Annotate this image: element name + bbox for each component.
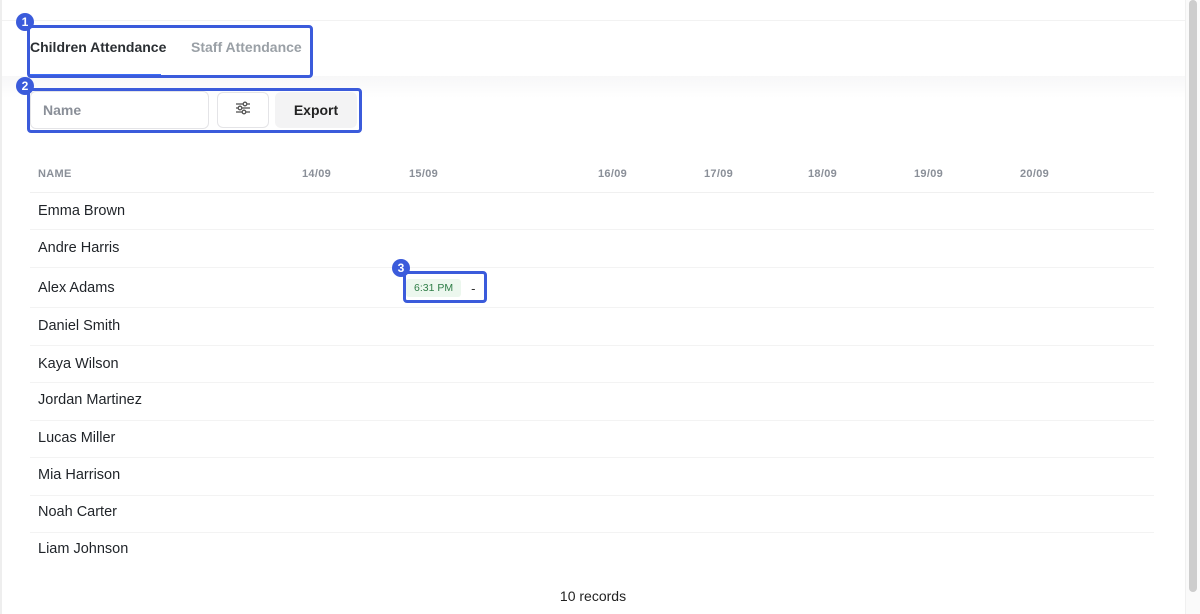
- scrollbar[interactable]: [1185, 0, 1200, 614]
- name-search-input[interactable]: [30, 91, 209, 129]
- child-name: Lucas Miller: [38, 430, 116, 446]
- column-header-date: 16/09: [598, 168, 628, 180]
- annotation-badge: 1: [16, 13, 34, 31]
- table-row[interactable]: Noah Carter: [30, 496, 1154, 533]
- check-out-time: -: [471, 280, 476, 296]
- child-name: Noah Carter: [38, 504, 117, 520]
- table-row[interactable]: Andre Harris: [30, 230, 1154, 268]
- filter-button[interactable]: [217, 92, 269, 128]
- column-header-date: 15/09: [409, 168, 439, 180]
- child-name: Mia Harrison: [38, 467, 121, 483]
- sliders-icon: [235, 101, 251, 120]
- toolbar: Export: [30, 91, 357, 129]
- annotation-badge: 3: [392, 259, 410, 277]
- column-header-date: 19/09: [914, 168, 944, 180]
- export-button[interactable]: Export: [275, 92, 357, 128]
- column-header-date: 20/09: [1020, 168, 1050, 180]
- table-row[interactable]: Mia Harrison: [30, 458, 1154, 496]
- child-name: Alex Adams: [38, 280, 115, 296]
- table-header: NAME 14/09 15/09 16/09 17/09 18/09 19/09…: [30, 160, 1154, 193]
- top-strip: [2, 0, 1186, 21]
- child-name: Emma Brown: [38, 203, 126, 219]
- child-name: Jordan Martinez: [38, 392, 142, 408]
- attendance-table-body: Emma Brown Andre Harris Alex Adams 6:31 …: [30, 192, 1154, 571]
- table-row[interactable]: Lucas Miller: [30, 421, 1154, 458]
- app-frame: Children Attendance Staff Attendance Exp…: [0, 0, 1200, 614]
- annotation-badge: 2: [16, 77, 34, 95]
- records-count: 10 records: [559, 588, 627, 604]
- child-name: Daniel Smith: [38, 318, 121, 334]
- check-in-time: 6:31 PM: [406, 279, 462, 297]
- table-row[interactable]: Daniel Smith: [30, 308, 1154, 346]
- table-row[interactable]: Jordan Martinez: [30, 383, 1154, 421]
- child-name: Andre Harris: [38, 240, 120, 256]
- table-row[interactable]: Emma Brown: [30, 192, 1154, 230]
- attendance-tabs: Children Attendance Staff Attendance: [28, 27, 310, 77]
- column-header-date: 14/09: [302, 168, 332, 180]
- column-header-name: NAME: [38, 168, 72, 180]
- tab-staff-attendance[interactable]: Staff Attendance: [191, 27, 302, 63]
- table-row[interactable]: Liam Johnson: [30, 533, 1154, 571]
- column-header-date: 17/09: [704, 168, 734, 180]
- scrollbar-thumb[interactable]: [1189, 0, 1197, 592]
- column-header-date: 18/09: [808, 168, 838, 180]
- table-row[interactable]: Kaya Wilson: [30, 346, 1154, 383]
- tab-children-attendance[interactable]: Children Attendance: [28, 27, 166, 77]
- child-name: Liam Johnson: [38, 541, 129, 557]
- child-name: Kaya Wilson: [38, 356, 119, 372]
- attendance-cell[interactable]: 6:31 PM -: [406, 278, 475, 298]
- table-row[interactable]: Alex Adams 6:31 PM -: [30, 268, 1154, 308]
